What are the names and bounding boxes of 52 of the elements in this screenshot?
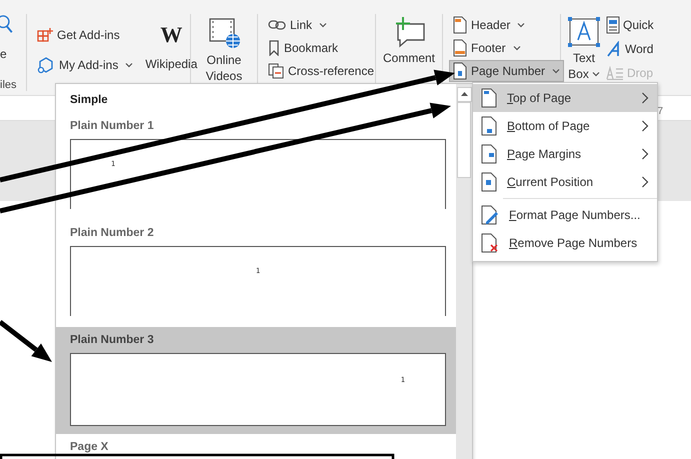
ribbon-button[interactable]: Bookmark (264, 37, 378, 59)
ribbon-button[interactable]: Header (449, 14, 564, 36)
scrollbar[interactable] (456, 84, 472, 459)
menu-item[interactable]: Top of Page (473, 84, 657, 112)
ribbon-button[interactable]: Text Box (563, 14, 605, 84)
item-title: Plain Number 2 (70, 226, 155, 240)
page-footer-icon (453, 39, 467, 57)
menu-item[interactable]: Format Page Numbers... (473, 201, 657, 229)
menu-item[interactable]: Page Margins (473, 140, 657, 168)
link-icon (268, 18, 286, 32)
grid-plus-icon (37, 27, 53, 43)
documents-icon (268, 63, 284, 79)
page-pencil-icon (481, 205, 499, 225)
ribbon-button[interactable]: Link (264, 14, 378, 36)
page-bottom-icon (481, 116, 497, 136)
menu-item[interactable]: Bottom of Page (473, 112, 657, 140)
button-label: e (0, 47, 7, 61)
caret-icon (592, 71, 600, 77)
ribbon-button[interactable]: Footer (449, 37, 564, 59)
gallery-item[interactable]: Page X (56, 434, 456, 459)
item-title: Page X (70, 440, 110, 454)
ribbon-button[interactable]: Word (605, 38, 655, 60)
menu-item[interactable]: Current Position (473, 168, 657, 196)
text-box-icon (567, 16, 601, 48)
drop-cap-icon (606, 66, 624, 80)
menu-item[interactable]: Remove Page Numbers (473, 229, 657, 257)
page-header-icon (453, 16, 467, 34)
ribbon-button[interactable]: My Add-ins (33, 54, 138, 76)
page-top-icon (481, 88, 497, 108)
bookmark-icon (268, 40, 280, 56)
page-number-icon (453, 62, 467, 80)
section-heading: Simple (69, 93, 109, 108)
ribbon-button[interactable]: Quick (605, 14, 655, 36)
scroll-thumb[interactable] (457, 102, 471, 178)
page-icon (481, 172, 497, 192)
page-cross-icon (481, 233, 499, 253)
item-title: Plain Number 3 (70, 333, 155, 347)
hexagon-icon (37, 56, 55, 74)
page-margin-icon (481, 144, 497, 164)
ribbon-button[interactable]: Page Number (449, 60, 564, 82)
annotation-arrow (0, 320, 52, 362)
ribbon-button[interactable]: Get Add-ins (33, 24, 138, 46)
wikipedia-logo: W (160, 22, 182, 48)
film-globe-icon (207, 16, 241, 50)
ribbon-button[interactable]: W Wikipedia (141, 20, 202, 74)
ribbon-button[interactable]: Comment (379, 14, 439, 68)
item-title: Plain Number 1 (70, 119, 155, 133)
document-parts-icon (606, 16, 620, 34)
ruler-number: 7 (657, 105, 663, 119)
slanted-a-icon (606, 41, 622, 57)
ribbon-button[interactable]: Cross-reference (264, 60, 378, 82)
group-label: iles (0, 79, 17, 91)
